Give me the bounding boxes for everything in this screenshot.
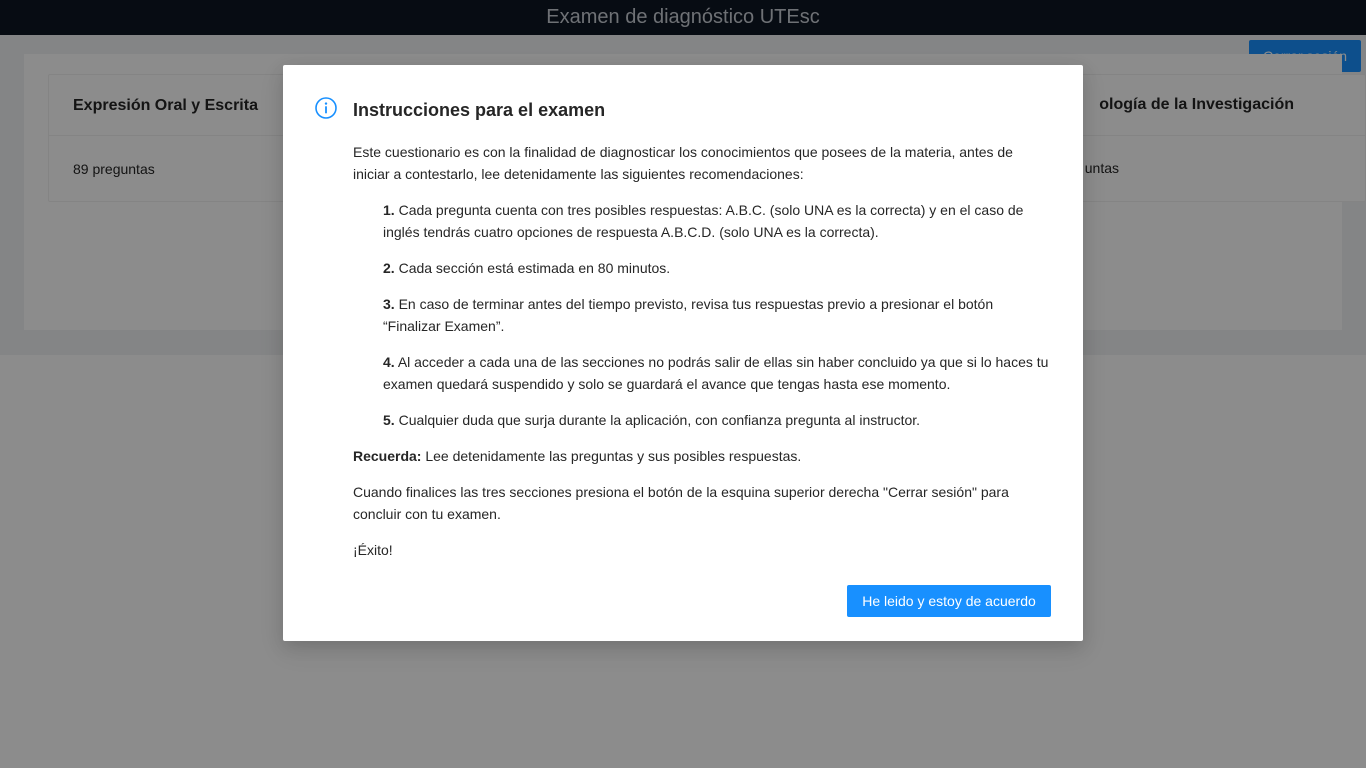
intro-text: Este cuestionario es con la finalidad de… [353,144,1013,182]
modal-title: Instrucciones para el examen [353,100,606,120]
list-item: 4. Al acceder a cada una de las seccione… [383,351,1053,395]
modal-body: Este cuestionario es con la finalidad de… [353,141,1053,575]
list-item: 2. Cada sección está estimada en 80 minu… [383,257,1053,279]
list-item: 5. Cualquier duda que surja durante la a… [383,409,1053,431]
list-item: 1. Cada pregunta cuenta con tres posible… [383,199,1053,243]
reminder-text: Lee detenidamente las preguntas y sus po… [425,448,802,464]
farewell-text: ¡Éxito! [353,542,393,558]
item-text: Cualquier duda que surja durante la apli… [398,412,921,428]
info-circle-icon [315,97,337,119]
item-number: 1. [383,202,395,218]
closing-text: Cuando finalices las tres secciones pres… [353,484,1009,522]
reminder: Recuerda: Lee detenidamente las pregunta… [353,445,1053,467]
item-number: 3. [383,296,395,312]
item-text: Cada pregunta cuenta con tres posibles r… [383,202,1024,240]
recommendations-list: 1. Cada pregunta cuenta con tres posible… [353,199,1053,431]
item-text: En caso de terminar antes del tiempo pre… [383,296,994,334]
accept-button[interactable]: He leido y estoy de acuerdo [847,585,1051,617]
item-number: 2. [383,260,395,276]
instructions-modal: Instrucciones para el examen Este cuesti… [283,65,1083,641]
item-text: Cada sección está estimada en 80 minutos… [398,260,671,276]
item-number: 5. [383,412,395,428]
reminder-label: Recuerda: [353,448,422,464]
list-item: 3. En caso de terminar antes del tiempo … [383,293,1053,337]
item-text: Al acceder a cada una de las secciones n… [383,354,1049,392]
item-number: 4. [383,354,395,370]
